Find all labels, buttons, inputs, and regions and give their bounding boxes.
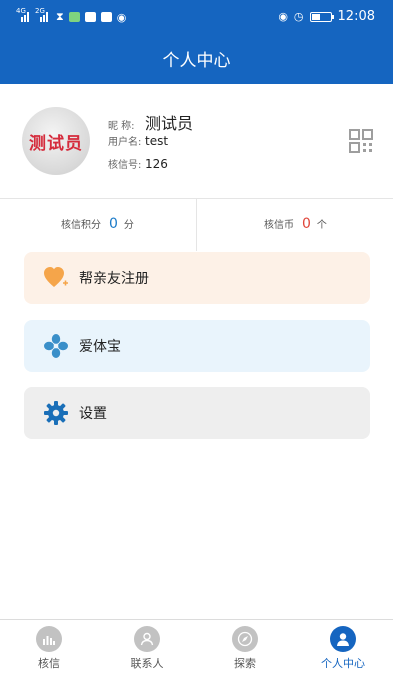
wechat-icon: ◉ (116, 10, 127, 24)
bottom-tab-bar: 核信 联系人 探索 个人中心 (0, 619, 393, 700)
tab-hexin-label: 核信 (38, 657, 60, 670)
aitibao-button[interactable]: 爱体宝 (24, 320, 370, 372)
nickname-label: 昵 称: (108, 121, 135, 132)
account-label: 核信号: (108, 160, 142, 171)
status-icons-right: ◉ ◷ 12:08 (278, 9, 375, 24)
message-icon (100, 12, 112, 22)
account-value: 126 (145, 157, 168, 171)
gear-icon (43, 400, 69, 426)
settings-label: 设置 (79, 406, 107, 422)
android-icon (68, 12, 80, 22)
avatar[interactable]: 测试员 (22, 107, 90, 175)
cell-signal-icon: 4G (16, 7, 32, 22)
coins-stat[interactable]: 核信币 0 个 (264, 216, 327, 232)
stats-divider (196, 199, 197, 251)
coins-label: 核信币 (264, 220, 294, 231)
profile-section: 测试员 昵 称: 测试员 用户名: test 核信号: 126 (0, 84, 393, 198)
points-stat[interactable]: 核信积分 0 分 (61, 216, 134, 232)
points-unit: 分 (123, 220, 134, 231)
username-value: test (145, 134, 169, 148)
register-for-family-button[interactable]: 帮亲友注册 (24, 252, 370, 304)
username-label: 用户名: (108, 137, 142, 148)
nickname-value: 测试员 (145, 114, 194, 133)
hourglass-icon: ⧗ (56, 10, 64, 23)
person-icon (330, 626, 356, 652)
cell-signal-icon-2: 2G (35, 7, 51, 22)
eye-icon: ◉ (278, 10, 288, 23)
status-bar: 4G 2G ⧗ ◉ ◉ ◷ 12:08 (0, 0, 393, 34)
account-row: 核信号: 126 (108, 156, 193, 179)
tab-profile[interactable]: 个人中心 (294, 626, 392, 671)
clover-icon (43, 333, 69, 359)
username-row: 用户名: test (108, 133, 193, 156)
page-title: 个人中心 (162, 51, 231, 71)
heart-plus-icon (43, 265, 69, 291)
avatar-text: 测试员 (29, 133, 83, 154)
tab-profile-label: 个人中心 (321, 657, 365, 670)
register-for-family-label: 帮亲友注册 (79, 271, 149, 287)
battery-icon (309, 11, 334, 22)
compass-icon (232, 626, 258, 652)
settings-button[interactable]: 设置 (24, 387, 370, 439)
tab-contacts[interactable]: 联系人 (98, 626, 196, 671)
app-header: 4G 2G ⧗ ◉ ◉ ◷ 12:08 个人中心 (0, 0, 393, 84)
contacts-icon (134, 626, 160, 652)
status-time: 12:08 (337, 9, 375, 24)
coins-unit: 个 (316, 220, 327, 231)
nickname-row: 昵 称: 测试员 (108, 110, 193, 133)
qr-code-icon[interactable] (349, 129, 373, 153)
tab-explore-label: 探索 (234, 657, 256, 670)
aitibao-label: 爱体宝 (79, 339, 121, 355)
tab-explore[interactable]: 探索 (196, 626, 294, 671)
points-label: 核信积分 (61, 220, 101, 231)
alarm-icon: ◷ (293, 10, 304, 23)
points-value: 0 (109, 216, 118, 232)
tab-hexin[interactable]: 核信 (0, 626, 98, 671)
app-icon (84, 12, 96, 22)
coins-value: 0 (302, 216, 311, 232)
chart-icon (36, 626, 62, 652)
tab-contacts-label: 联系人 (130, 657, 164, 670)
status-icons-left: 4G 2G ⧗ ◉ (16, 7, 127, 24)
profile-info: 昵 称: 测试员 用户名: test 核信号: 126 (108, 110, 193, 179)
